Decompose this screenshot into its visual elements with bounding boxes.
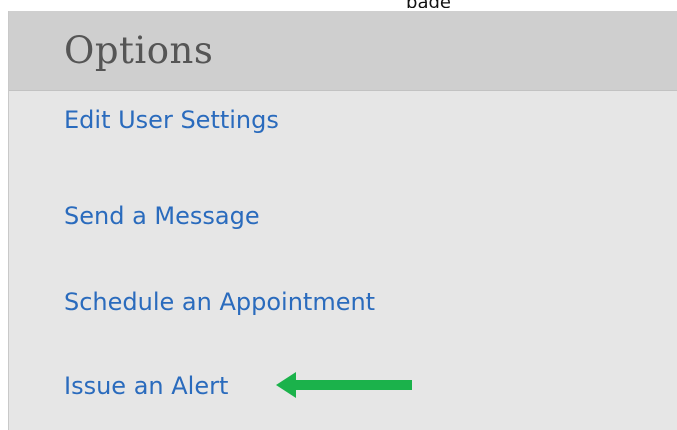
left-arrow-icon: [276, 372, 412, 398]
schedule-appointment-link[interactable]: Schedule an Appointment: [64, 288, 375, 316]
options-panel-header: Options: [9, 11, 677, 91]
panel-title: Options: [64, 29, 214, 72]
send-message-link[interactable]: Send a Message: [64, 202, 260, 230]
issue-alert-link[interactable]: Issue an Alert: [64, 372, 228, 400]
left-arrow-shape: [276, 372, 412, 398]
top-cropped-text: page: [0, 0, 677, 8]
edit-user-settings-link[interactable]: Edit User Settings: [64, 106, 279, 134]
